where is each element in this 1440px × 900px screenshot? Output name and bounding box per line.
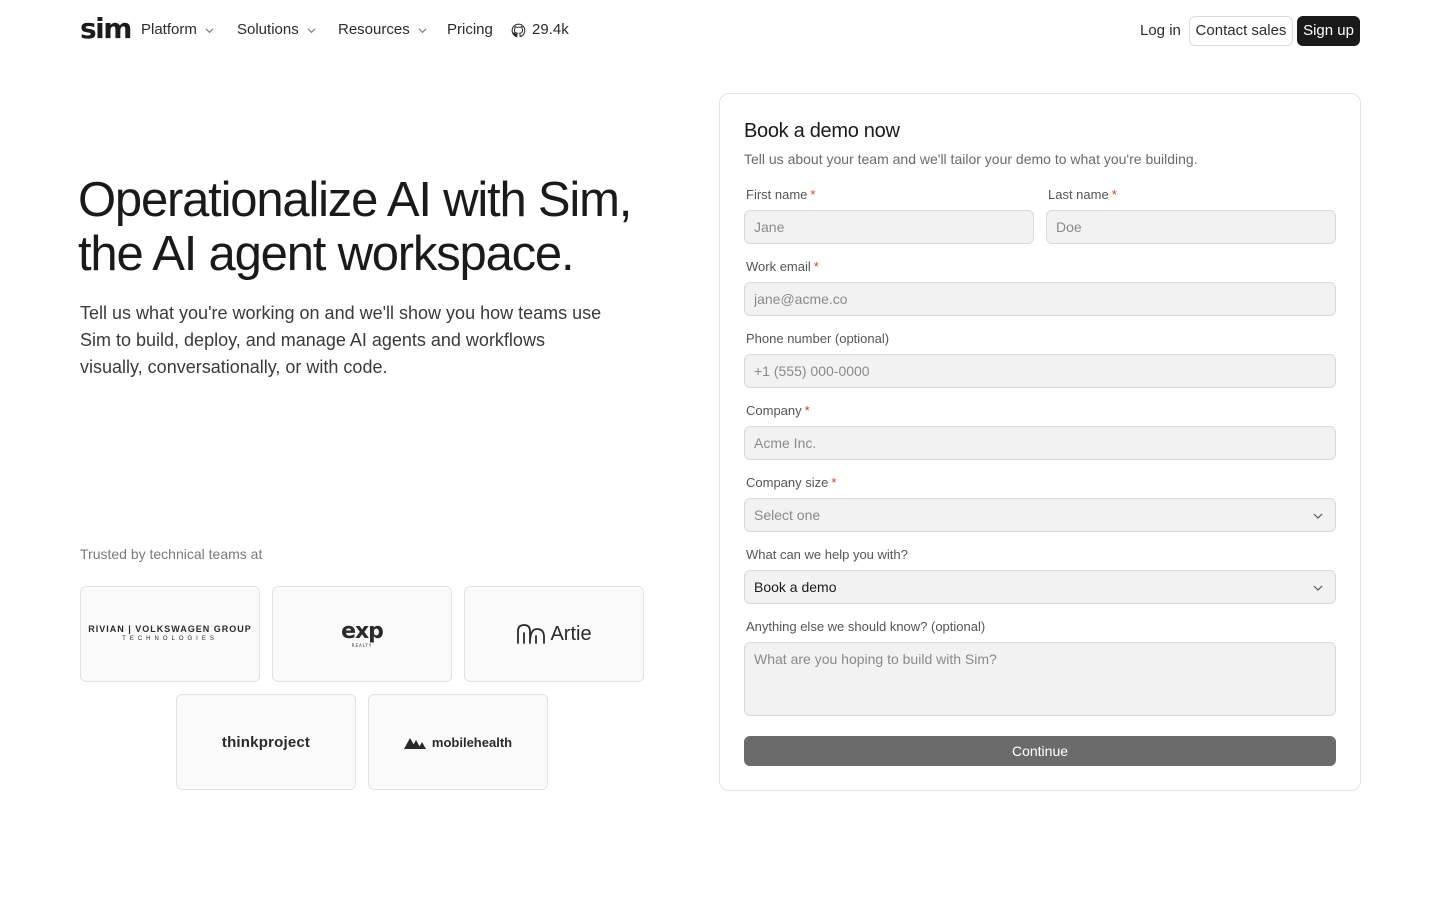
company-size-select[interactable]: Select one bbox=[744, 498, 1336, 532]
thinkproject-logo: thinkproject bbox=[221, 733, 311, 751]
sim-logo[interactable]: sim bbox=[80, 14, 132, 44]
form-title: Book a demo now bbox=[744, 120, 900, 142]
signup-button[interactable]: Sign up bbox=[1297, 16, 1360, 46]
rivian-vw-logo: RIVIAN | VOLKSWAGEN GROUP TECHNOLOGIES bbox=[88, 624, 252, 644]
github-stars-link[interactable]: 29.4k bbox=[511, 20, 569, 40]
exp-logo-main: exp bbox=[341, 618, 384, 644]
mobilehealth-logo-text: mobilehealth bbox=[431, 734, 513, 750]
last-name-label: Last name * bbox=[1048, 187, 1117, 203]
nav-resources-label: Resources bbox=[338, 21, 410, 38]
required-marker: * bbox=[804, 403, 810, 418]
github-stars-count: 29.4k bbox=[532, 21, 569, 38]
notes-label: Anything else we should know? (optional) bbox=[746, 619, 986, 634]
logo-card-thinkproject: thinkproject bbox=[176, 694, 356, 790]
last-name-input[interactable] bbox=[1046, 210, 1336, 244]
login-button[interactable]: Log in bbox=[1134, 16, 1187, 46]
company-size-value: Select one bbox=[754, 507, 821, 523]
chevron-down-icon bbox=[1313, 513, 1323, 519]
exp-realty-logo: exp REALTY bbox=[341, 618, 384, 648]
form-subtitle: Tell us about your team and we'll tailor… bbox=[744, 151, 1198, 167]
nav-pricing-label: Pricing bbox=[447, 21, 493, 38]
work-email-input[interactable] bbox=[744, 282, 1336, 316]
first-name-input[interactable] bbox=[744, 210, 1034, 244]
work-email-label-text: Work email bbox=[746, 259, 811, 274]
chevron-down-icon bbox=[1313, 585, 1323, 591]
demo-form-card: Book a demo now Tell us about your team … bbox=[719, 93, 1361, 791]
logo-card-artie: Artie bbox=[464, 586, 644, 682]
company-size-label: Company size * bbox=[746, 475, 836, 491]
mobilehealth-logo: mobilehealth bbox=[403, 734, 513, 750]
trusted-label: Trusted by technical teams at bbox=[80, 546, 263, 562]
nav-solutions-label: Solutions bbox=[237, 21, 299, 38]
github-icon bbox=[511, 23, 526, 37]
nav-solutions[interactable]: Solutions bbox=[237, 20, 316, 40]
company-label: Company * bbox=[746, 403, 810, 419]
required-marker: * bbox=[813, 259, 819, 274]
last-name-label-text: Last name bbox=[1048, 187, 1109, 202]
hero-title-line2: the AI agent workspace. bbox=[78, 227, 575, 281]
chevron-down-icon bbox=[418, 27, 427, 33]
help-with-select[interactable]: Book a demo bbox=[744, 570, 1336, 604]
first-name-label-text: First name bbox=[746, 187, 808, 202]
continue-button[interactable]: Continue bbox=[744, 736, 1336, 766]
company-input[interactable] bbox=[744, 426, 1336, 460]
work-email-label: Work email * bbox=[746, 259, 819, 275]
mobilehealth-mark-icon bbox=[403, 738, 426, 749]
logo-card-exp: exp REALTY bbox=[272, 586, 452, 682]
artie-mark-icon bbox=[517, 624, 546, 644]
contact-sales-button[interactable]: Contact sales bbox=[1189, 16, 1293, 46]
nav-platform-label: Platform bbox=[141, 21, 197, 38]
hero-subtitle: Tell us what you're working on and we'll… bbox=[80, 303, 602, 377]
help-with-value: Book a demo bbox=[754, 579, 837, 595]
artie-logo-text: Artie bbox=[550, 622, 592, 645]
company-label-text: Company bbox=[746, 403, 802, 418]
logo-card-mobilehealth: mobilehealth bbox=[368, 694, 548, 790]
chevron-down-icon bbox=[205, 27, 214, 33]
nav-pricing[interactable]: Pricing bbox=[447, 20, 493, 40]
required-marker: * bbox=[831, 475, 837, 490]
hero-title: Operationalize AI with Sim, the AI agent… bbox=[78, 173, 678, 281]
first-name-label: First name * bbox=[746, 187, 815, 203]
nav-resources[interactable]: Resources bbox=[338, 20, 427, 40]
nav-platform[interactable]: Platform bbox=[141, 20, 214, 40]
phone-input[interactable] bbox=[744, 354, 1336, 388]
chevron-down-icon bbox=[307, 27, 316, 33]
hero-title-line1: Operationalize AI with Sim, bbox=[78, 173, 632, 227]
rivian-logo-line1: RIVIAN | VOLKSWAGEN GROUP bbox=[88, 624, 252, 634]
company-size-label-text: Company size bbox=[746, 475, 829, 490]
help-with-label: What can we help you with? bbox=[746, 547, 908, 562]
artie-logo: Artie bbox=[516, 622, 592, 646]
notes-textarea[interactable] bbox=[744, 642, 1336, 716]
logo-card-rivian: RIVIAN | VOLKSWAGEN GROUP TECHNOLOGIES bbox=[80, 586, 260, 682]
required-marker: * bbox=[1111, 187, 1117, 202]
phone-label: Phone number (optional) bbox=[746, 331, 890, 346]
top-nav: sim Platform Solutions Resources Pricing… bbox=[0, 0, 1440, 62]
rivian-logo-line2: TECHNOLOGIES bbox=[122, 636, 218, 642]
required-marker: * bbox=[810, 187, 816, 202]
